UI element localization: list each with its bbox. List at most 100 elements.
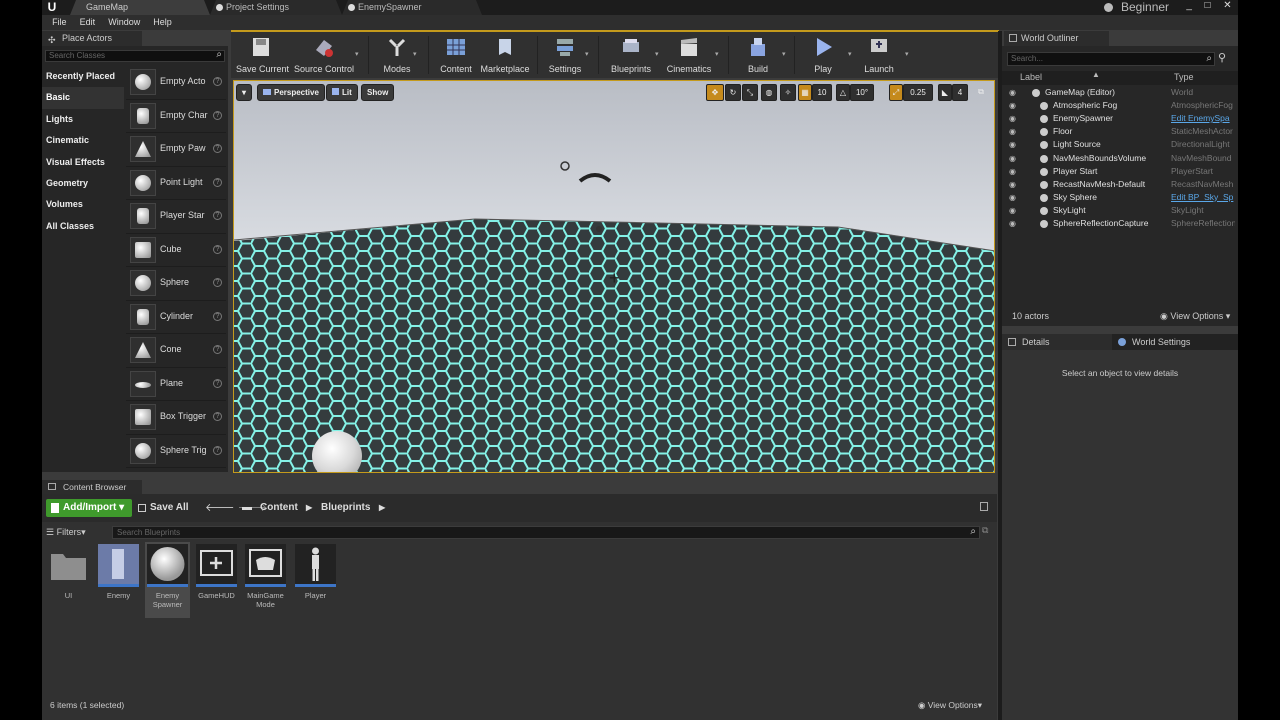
chevron-down-icon[interactable]: ▾ bbox=[715, 50, 719, 58]
asset-enemy[interactable]: Enemy bbox=[96, 542, 141, 618]
build-button[interactable]: Build bbox=[741, 34, 775, 78]
search-options-icon[interactable]: ⧉ bbox=[982, 525, 988, 536]
actor-item-sphere-trigger[interactable]: Sphere Trig? bbox=[126, 435, 226, 468]
actor-item-cylinder[interactable]: Cylinder? bbox=[126, 301, 226, 334]
breadcrumb-content[interactable]: Content bbox=[260, 499, 298, 517]
outliner-row[interactable]: ◉ RecastNavMesh-Default RecastNavMesh bbox=[1002, 178, 1238, 191]
asset-enemy-spawner[interactable]: Enemy Spawner bbox=[145, 542, 190, 618]
help-icon[interactable]: ? bbox=[213, 311, 222, 321]
blueprints-button[interactable]: Blueprints bbox=[607, 34, 655, 78]
help-icon[interactable]: ? bbox=[213, 177, 222, 187]
show-button[interactable]: Show bbox=[361, 84, 395, 101]
filters-button[interactable]: ☰ Filters▾ bbox=[46, 526, 86, 538]
outliner-row[interactable]: ◉ Light Source DirectionalLight bbox=[1002, 138, 1238, 151]
transform-scale-icon[interactable]: ⤡ bbox=[742, 84, 758, 101]
actor-item-cube[interactable]: Cube? bbox=[126, 234, 226, 267]
column-label[interactable]: Label bbox=[1020, 72, 1042, 82]
lit-button[interactable]: Lit bbox=[326, 84, 358, 101]
actor-item-box-trigger[interactable]: Box Trigger? bbox=[126, 401, 226, 435]
search-classes-input[interactable]: Search Classes ⌕ bbox=[45, 50, 225, 62]
tab-gamemap[interactable]: GameMap bbox=[70, 0, 210, 15]
outliner-row[interactable]: ◉ SkyLight SkyLight bbox=[1002, 204, 1238, 217]
help-icon[interactable]: ? bbox=[213, 244, 222, 254]
content-view-options-button[interactable]: ◉ View Options▾ bbox=[918, 700, 982, 711]
help-icon[interactable]: ? bbox=[213, 278, 222, 287]
help-icon[interactable]: ? bbox=[213, 345, 222, 354]
menu-window[interactable]: Window bbox=[103, 15, 145, 30]
marketplace-button[interactable]: Marketplace bbox=[478, 34, 532, 78]
scale-snap-value[interactable]: 0.25 bbox=[903, 84, 933, 101]
breadcrumb-blueprints[interactable]: Blueprints bbox=[321, 499, 370, 517]
visibility-eye-icon[interactable]: ◉ bbox=[1009, 191, 1016, 204]
column-type[interactable]: Type bbox=[1174, 72, 1194, 82]
add-import-button[interactable]: Add/Import ▾ bbox=[46, 499, 132, 517]
transform-rotate-icon[interactable]: ↻ bbox=[725, 84, 741, 101]
modes-button[interactable]: Modes bbox=[377, 34, 417, 78]
visibility-eye-icon[interactable]: ◉ bbox=[1009, 217, 1016, 230]
actor-item-empty-pawn[interactable]: Empty Paw? bbox=[126, 133, 226, 167]
surface-snap-icon[interactable]: ✧ bbox=[780, 84, 796, 101]
outliner-row-type[interactable]: Edit EnemySpa bbox=[1171, 112, 1235, 125]
visibility-eye-icon[interactable]: ◉ bbox=[1009, 152, 1016, 165]
settings-button[interactable]: Settings bbox=[545, 34, 585, 78]
chevron-down-icon[interactable]: ▾ bbox=[655, 50, 659, 58]
breadcrumb-separator-icon[interactable]: ▶ bbox=[306, 499, 312, 517]
view-options-button[interactable]: ◉ View Options ▾ bbox=[1160, 311, 1230, 322]
mode-label[interactable]: Beginner bbox=[1104, 0, 1169, 15]
tab-project-settings[interactable]: Project Settings bbox=[210, 0, 342, 15]
category-lights[interactable]: Lights bbox=[42, 109, 124, 130]
save-all-button[interactable]: Save All bbox=[138, 499, 189, 517]
breadcrumb-separator-icon[interactable]: ▶ bbox=[379, 499, 385, 517]
visibility-eye-icon[interactable]: ◉ bbox=[1009, 99, 1016, 112]
asset-gamehud[interactable]: GameHUD bbox=[194, 542, 239, 618]
actor-item-plane[interactable]: Plane? bbox=[126, 368, 226, 401]
category-recently-placed[interactable]: Recently Placed bbox=[42, 66, 124, 87]
chevron-down-icon[interactable]: ▾ bbox=[905, 50, 909, 58]
category-visual-effects[interactable]: Visual Effects bbox=[42, 152, 124, 173]
minimize-button[interactable]: _ bbox=[1186, 0, 1192, 15]
outliner-row[interactable]: ◉ NavMeshBoundsVolume NavMeshBound bbox=[1002, 152, 1238, 165]
actor-item-sphere[interactable]: Sphere? bbox=[126, 267, 226, 301]
place-actors-tab[interactable]: ✣ Place Actors bbox=[42, 31, 142, 46]
save-current-button[interactable]: Save Current bbox=[236, 34, 289, 78]
chevron-down-icon[interactable]: ▾ bbox=[355, 50, 359, 58]
menu-file[interactable]: File bbox=[47, 15, 72, 30]
world-outliner-tab[interactable]: World Outliner bbox=[1004, 31, 1109, 46]
asset-folder-ui[interactable]: UI bbox=[46, 542, 91, 618]
outliner-row[interactable]: ◉ EnemySpawner Edit EnemySpa bbox=[1002, 112, 1238, 125]
visibility-eye-icon[interactable]: ◉ bbox=[1009, 112, 1016, 125]
play-button[interactable]: Play bbox=[805, 34, 841, 78]
visibility-eye-icon[interactable]: ◉ bbox=[1009, 178, 1016, 191]
content-browser-tab[interactable]: Content Browser bbox=[42, 480, 142, 494]
visibility-eye-icon[interactable]: ◉ bbox=[1009, 86, 1016, 99]
chevron-down-icon[interactable]: ▾ bbox=[413, 50, 417, 58]
outliner-row[interactable]: ◉ Sky Sphere Edit BP_Sky_Sp bbox=[1002, 191, 1238, 204]
camera-speed-icon[interactable]: ◣ bbox=[938, 84, 952, 101]
folder-icon[interactable]: ▬ bbox=[242, 499, 252, 517]
menu-edit[interactable]: Edit bbox=[75, 15, 101, 30]
help-icon[interactable]: ? bbox=[213, 211, 222, 220]
launch-button[interactable]: Launch bbox=[859, 34, 899, 78]
outliner-row[interactable]: ◉ SphereReflectionCapture SphereReflection bbox=[1002, 217, 1238, 230]
maximize-viewport-icon[interactable]: ⧉ bbox=[974, 84, 988, 101]
category-volumes[interactable]: Volumes bbox=[42, 194, 124, 215]
help-icon[interactable]: ? bbox=[213, 378, 222, 388]
outliner-row[interactable]: ◉ Atmospheric Fog AtmosphericFog bbox=[1002, 99, 1238, 112]
outliner-search-input[interactable]: Search... ⌕ bbox=[1007, 52, 1215, 66]
help-icon[interactable]: ? bbox=[213, 144, 222, 153]
tab-world-settings[interactable]: World Settings bbox=[1112, 334, 1238, 350]
source-control-button[interactable]: Source Control bbox=[294, 34, 354, 78]
maximize-button[interactable]: □ bbox=[1205, 0, 1211, 15]
tab-enemyspawner[interactable]: EnemySpawner bbox=[342, 0, 482, 15]
search-blueprints-input[interactable]: Search Blueprints ⌕ bbox=[112, 526, 980, 539]
outliner-row-type[interactable]: Edit BP_Sky_Sp bbox=[1171, 191, 1235, 204]
rotation-snap-icon[interactable]: △ bbox=[836, 84, 850, 101]
outliner-row[interactable]: ◉ Player Start PlayerStart bbox=[1002, 165, 1238, 178]
sphere-actor[interactable] bbox=[312, 431, 362, 472]
category-all-classes[interactable]: All Classes bbox=[42, 216, 124, 237]
help-icon[interactable]: ? bbox=[213, 77, 222, 86]
tab-details[interactable]: Details bbox=[1002, 334, 1112, 350]
world-space-icon[interactable]: ◍ bbox=[761, 84, 777, 101]
content-button[interactable]: Content bbox=[437, 34, 475, 78]
perspective-button[interactable]: Perspective bbox=[257, 84, 325, 101]
